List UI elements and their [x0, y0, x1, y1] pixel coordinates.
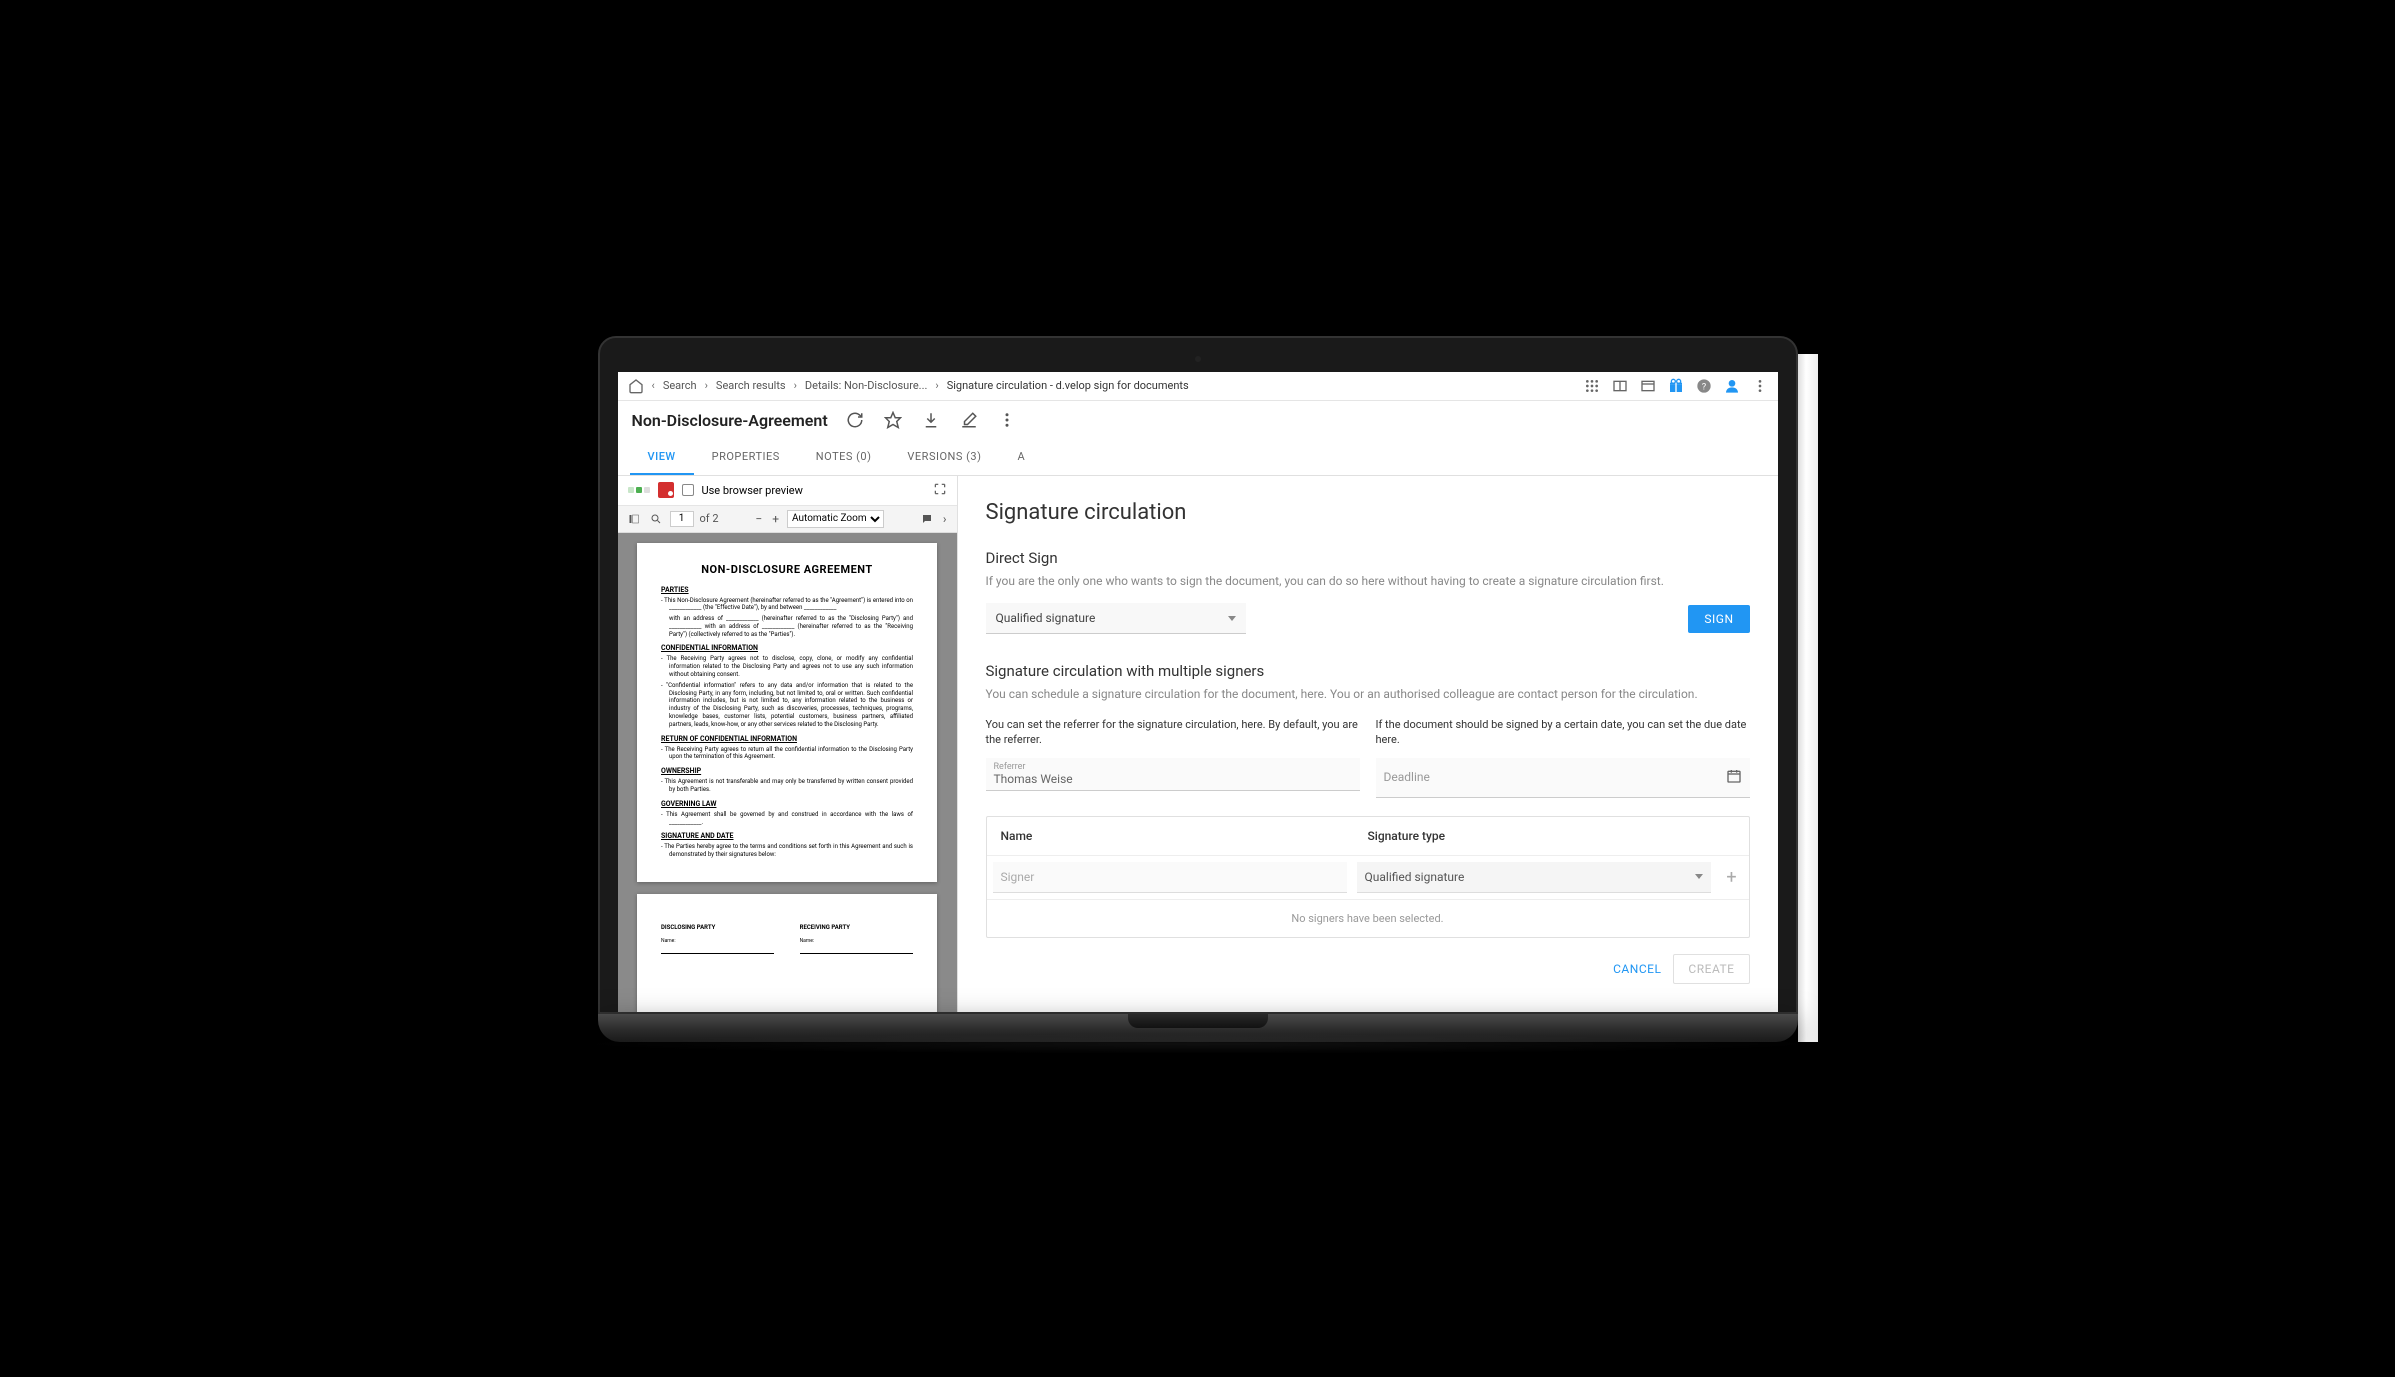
tab-view[interactable]: VIEW — [630, 440, 694, 475]
tab-versions[interactable]: VERSIONS (3) — [889, 440, 999, 475]
doc-text: The Receiving Party agrees to return all… — [669, 746, 913, 762]
apps-grid-icon[interactable] — [1584, 378, 1600, 394]
zoom-in-icon[interactable]: + — [770, 512, 781, 526]
receiving-party-label: RECEIVING PARTY — [800, 924, 913, 931]
signer-name-input[interactable]: Signer — [993, 862, 1347, 893]
comment-icon[interactable] — [919, 513, 935, 525]
section-signature: SIGNATURE AND DATE — [661, 832, 913, 840]
document-pages[interactable]: NON-DISCLOSURE AGREEMENT PARTIES This No… — [618, 533, 957, 1012]
document-tabs: VIEW PROPERTIES NOTES (0) VERSIONS (3) A — [618, 440, 1778, 476]
edit-icon[interactable] — [960, 411, 978, 429]
window-icon[interactable] — [1640, 378, 1656, 394]
breadcrumb-results[interactable]: Search results — [716, 379, 786, 392]
pdf-icon — [658, 482, 674, 498]
more-actions-icon[interactable] — [998, 411, 1016, 429]
add-signer-button[interactable]: + — [1721, 866, 1743, 888]
page-1: NON-DISCLOSURE AGREEMENT PARTIES This No… — [637, 543, 937, 883]
chevron-right-icon: › — [705, 379, 708, 392]
deadline-placeholder: Deadline — [1384, 770, 1430, 784]
section-governing: GOVERNING LAW — [661, 800, 913, 808]
tab-more[interactable]: A — [999, 440, 1043, 475]
search-icon[interactable] — [648, 513, 664, 525]
preview-pane: Use browser preview of 2 − + — [618, 476, 958, 1012]
section-parties: PARTIES — [661, 586, 913, 594]
signers-table: Name Signature type Signer Qualified sig… — [986, 816, 1750, 938]
user-icon[interactable] — [1724, 378, 1740, 394]
doc-text: This Non-Disclosure Agreement (hereinaft… — [669, 597, 913, 613]
direct-sign-heading: Direct Sign — [986, 549, 1750, 567]
chevron-left-icon[interactable]: ‹ — [652, 379, 655, 392]
chevron-down-icon — [1228, 616, 1236, 621]
chevron-down-icon — [1695, 874, 1703, 879]
breadcrumb-current: Signature circulation - d.velop sign for… — [947, 379, 1189, 392]
name-label: Name: — [800, 938, 815, 944]
chevron-right-icon: › — [794, 379, 797, 392]
calendar-icon[interactable] — [1726, 768, 1742, 787]
signature-panel: Signature circulation Direct Sign If you… — [958, 476, 1778, 1012]
direct-sign-desc: If you are the only one who wants to sig… — [986, 573, 1750, 590]
more-menu-icon[interactable] — [1752, 378, 1768, 394]
empty-state: No signers have been selected. — [987, 900, 1749, 937]
home-icon[interactable] — [628, 378, 644, 394]
doc-text: with an address of ____________ (hereina… — [661, 615, 913, 638]
section-ownership: OWNERSHIP — [661, 767, 913, 775]
page-input[interactable] — [670, 511, 694, 527]
doc-text: The Parties hereby agree to the terms an… — [669, 843, 913, 859]
sidebar-toggle-icon[interactable] — [626, 513, 642, 525]
topbar: ‹ Search › Search results › Details: Non… — [618, 372, 1778, 401]
document-header: Non-Disclosure-Agreement — [618, 401, 1778, 440]
panel-title: Signature circulation — [986, 500, 1750, 525]
refresh-icon[interactable] — [846, 411, 864, 429]
deadline-help: If the document should be signed by a ce… — [1376, 717, 1750, 748]
multi-signers-desc: You can schedule a signature circulation… — [986, 686, 1750, 703]
referrer-label: Referrer — [994, 762, 1352, 772]
section-confidential: CONFIDENTIAL INFORMATION — [661, 644, 913, 652]
signature-type-value: Qualified signature — [996, 611, 1096, 625]
tab-notes[interactable]: NOTES (0) — [798, 440, 890, 475]
zoom-select[interactable]: Automatic Zoom — [787, 510, 884, 528]
referrer-value: Thomas Weise — [994, 772, 1352, 786]
browser-preview-label: Use browser preview — [702, 484, 803, 497]
doc-heading: NON-DISCLOSURE AGREEMENT — [661, 563, 913, 576]
signer-type-select[interactable]: Qualified signature — [1357, 862, 1711, 893]
doc-text: This Agreement shall be governed by and … — [669, 811, 913, 827]
signature-type-select[interactable]: Qualified signature — [986, 603, 1246, 634]
breadcrumb-details[interactable]: Details: Non-Disclosure... — [805, 379, 927, 392]
document-title: Non-Disclosure-Agreement — [632, 411, 828, 430]
download-icon[interactable] — [922, 411, 940, 429]
help-icon[interactable]: ? — [1696, 378, 1712, 394]
browser-preview-checkbox[interactable] — [682, 484, 694, 496]
doc-text: "Confidential information" refers to any… — [669, 682, 913, 729]
disclosing-party-label: DISCLOSING PARTY — [661, 924, 774, 931]
tools-menu-icon[interactable]: › — [941, 512, 949, 526]
chevron-right-icon: › — [935, 379, 938, 392]
svg-text:?: ? — [1701, 381, 1706, 392]
page-2: DISCLOSING PARTY Name: RECEIVING PARTY N… — [637, 894, 937, 1011]
breadcrumb-search[interactable]: Search — [663, 379, 697, 392]
favorite-star-icon[interactable] — [884, 411, 902, 429]
split-view-icon[interactable] — [1612, 378, 1628, 394]
column-name: Name — [1001, 829, 1368, 843]
create-button[interactable]: CREATE — [1673, 954, 1749, 984]
page-count: of 2 — [700, 512, 719, 525]
doc-text: The Receiving Party agrees not to disclo… — [669, 655, 913, 678]
deadline-input[interactable]: Deadline — [1376, 758, 1750, 798]
signer-type-value: Qualified signature — [1365, 870, 1465, 884]
column-signature-type: Signature type — [1368, 829, 1735, 843]
gift-icon[interactable] — [1668, 378, 1684, 394]
sign-button[interactable]: SIGN — [1688, 605, 1749, 633]
doc-text: This Agreement is not transferable and m… — [669, 778, 913, 794]
referrer-input[interactable]: Referrer Thomas Weise — [986, 758, 1360, 791]
name-label: Name: — [661, 938, 676, 944]
fullscreen-icon[interactable] — [933, 482, 947, 499]
zoom-out-icon[interactable]: − — [753, 512, 764, 526]
pdf-toolbar: of 2 − + Automatic Zoom › — [618, 506, 957, 533]
tab-properties[interactable]: PROPERTIES — [694, 440, 798, 475]
referrer-help: You can set the referrer for the signatu… — [986, 717, 1360, 748]
multi-signers-heading: Signature circulation with multiple sign… — [986, 662, 1750, 680]
status-dots — [628, 487, 650, 493]
cancel-button[interactable]: CANCEL — [1613, 962, 1661, 976]
section-return: RETURN OF CONFIDENTIAL INFORMATION — [661, 735, 913, 743]
